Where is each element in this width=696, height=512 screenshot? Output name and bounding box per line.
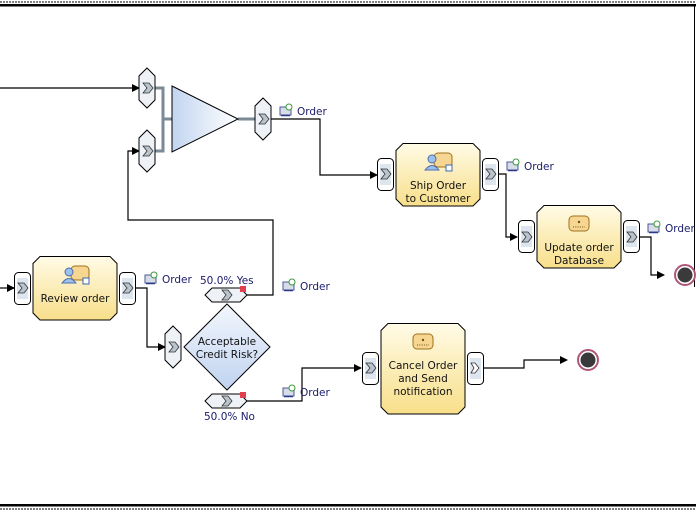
task-label: Review order <box>41 293 110 305</box>
data-label: Order <box>162 274 193 286</box>
decision-label: Acceptable <box>198 336 256 348</box>
merge-triangle-icon[interactable] <box>171 85 240 153</box>
data-label: Order <box>297 106 328 118</box>
data-object-icon <box>506 158 520 172</box>
decision-yes-output[interactable] <box>204 286 248 303</box>
flow-review-to-decision[interactable] <box>135 287 166 351</box>
data-label: Order <box>665 223 696 235</box>
no-branch-label: 50.0% No <box>204 411 255 423</box>
task-label: to Customer <box>406 193 472 205</box>
task-label: notification <box>393 386 452 398</box>
cancel-order-input-port[interactable] <box>362 352 379 385</box>
merge-input-connector <box>155 86 172 153</box>
task-label: Cancel Order <box>389 360 458 372</box>
data-object-icon <box>282 384 296 398</box>
flow-yes-to-merge[interactable] <box>127 147 274 296</box>
data-object-icon <box>282 278 296 292</box>
ship-order-output-port[interactable] <box>482 158 499 191</box>
data-label: Order <box>524 161 555 173</box>
merge-input-2[interactable] <box>138 129 156 173</box>
task-update-order-database[interactable]: Update order Database <box>536 205 622 269</box>
end-event-1[interactable] <box>674 264 696 286</box>
update-order-input-port[interactable] <box>518 220 535 253</box>
update-order-output-port[interactable] <box>623 220 640 253</box>
task-ship-order[interactable]: Ship Order to Customer <box>395 143 481 207</box>
cancel-order-output-port[interactable] <box>467 352 484 385</box>
ship-order-input-port[interactable] <box>377 158 394 191</box>
decision-input[interactable] <box>164 325 182 369</box>
task-icon <box>412 333 434 350</box>
decision-label: Credit Risk? <box>196 349 258 361</box>
merge-input-1[interactable] <box>138 67 156 109</box>
task-icon <box>568 215 590 232</box>
flow-ship-to-update[interactable] <box>498 173 518 241</box>
top-border <box>0 4 696 7</box>
task-cancel-order[interactable]: Cancel Order and Send notification <box>380 323 466 415</box>
review-order-input-port[interactable] <box>14 272 31 305</box>
data-label: Order <box>300 387 331 399</box>
task-label: Update order <box>544 242 614 254</box>
task-review-order[interactable]: Review order <box>32 256 118 321</box>
task-label: Ship Order <box>410 180 467 192</box>
process-diagram-canvas[interactable]: Order Ship Order to Customer Order Updat… <box>0 0 696 512</box>
flow-cancel-to-end[interactable] <box>483 356 568 369</box>
decision-no-output[interactable] <box>204 392 248 409</box>
task-label: and Send <box>398 373 448 385</box>
bottom-border <box>0 504 696 507</box>
data-object-icon <box>279 103 293 117</box>
task-label: Database <box>554 255 604 267</box>
review-order-output-port[interactable] <box>119 272 136 305</box>
error-marker-icon <box>240 286 246 292</box>
error-marker-icon <box>240 392 246 398</box>
data-object-icon <box>144 271 158 285</box>
yes-branch-label: 50.0% Yes <box>200 275 254 287</box>
data-label: Order <box>300 281 331 293</box>
flow-update-to-end[interactable] <box>639 236 665 279</box>
decision-acceptable-credit-risk[interactable]: Acceptable Credit Risk? <box>183 303 271 391</box>
end-event-2[interactable] <box>577 349 599 371</box>
flow-merge-to-ship[interactable] <box>271 118 378 179</box>
merge-output[interactable] <box>254 97 272 141</box>
data-object-icon <box>647 220 661 234</box>
